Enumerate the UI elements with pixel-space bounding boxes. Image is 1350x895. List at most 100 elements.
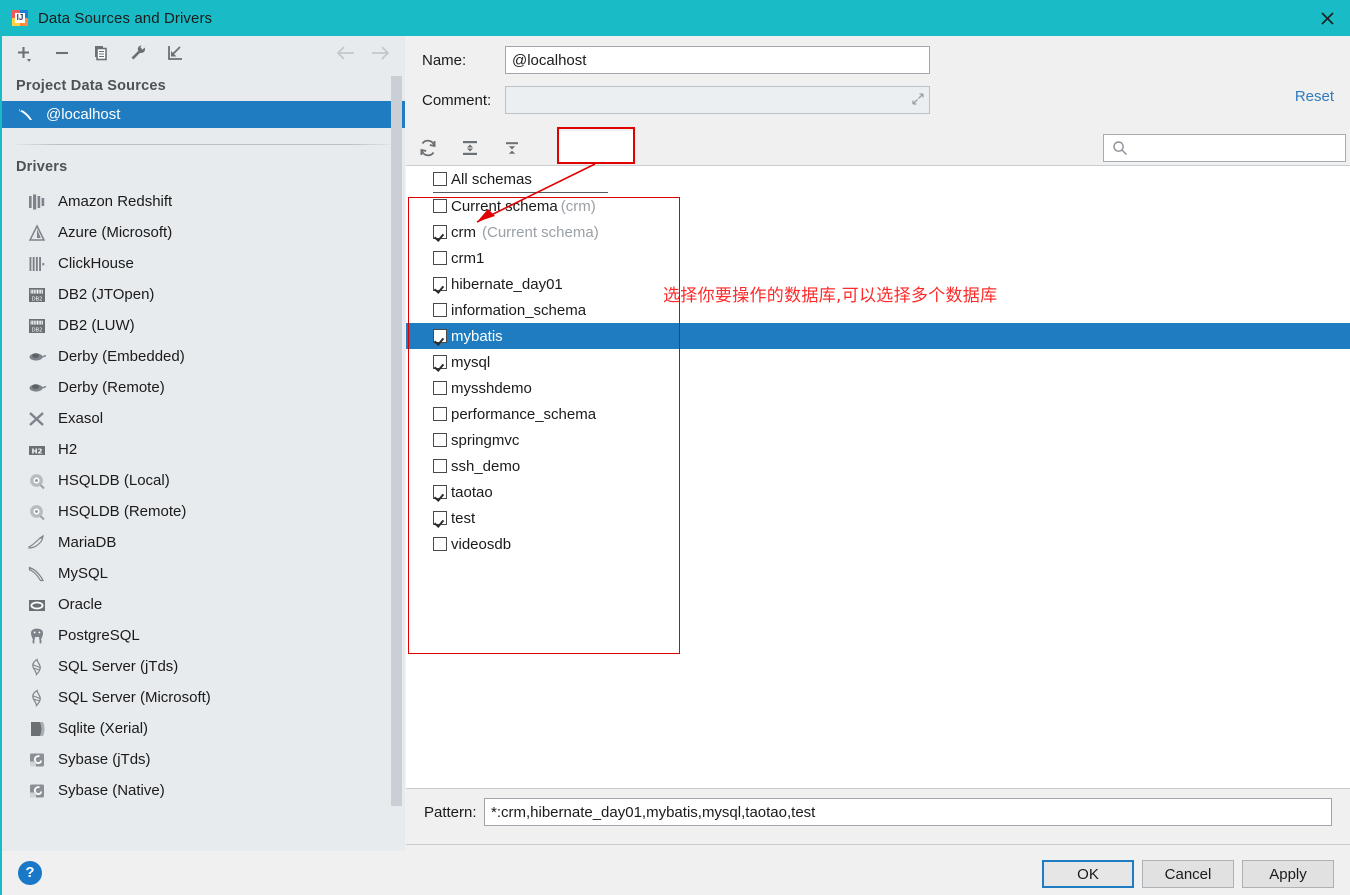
schema-row[interactable]: videosdb: [406, 531, 1350, 557]
drivers-list: Amazon Redshift Azure (Microsoft) ClickH…: [2, 182, 405, 806]
schema-checkbox[interactable]: [433, 459, 447, 473]
comment-label: Comment:: [422, 91, 492, 109]
hsqldb-icon: [26, 470, 48, 492]
schema-row[interactable]: mysshdemo: [406, 375, 1350, 401]
comment-row: Comment:: [405, 85, 1350, 115]
reset-link[interactable]: Reset: [1295, 88, 1334, 105]
driver-label: SQL Server (jTds): [58, 658, 179, 675]
driver-item[interactable]: Sybase (jTds): [2, 744, 405, 775]
sqlite-icon: [26, 718, 48, 740]
schema-row[interactable]: All schemas: [406, 166, 1350, 192]
driver-item[interactable]: PostgreSQL: [2, 620, 405, 651]
schema-checkbox[interactable]: [433, 537, 447, 551]
name-input[interactable]: [505, 46, 930, 74]
driver-label: Sqlite (Xerial): [58, 720, 149, 737]
data-source-item-localhost[interactable]: @localhost: [2, 101, 405, 128]
name-row: Name:: [405, 45, 1350, 75]
collapse-all-icon[interactable]: [498, 134, 526, 162]
help-icon[interactable]: ?: [18, 861, 42, 885]
sqlserver-icon: [26, 656, 48, 678]
schema-row[interactable]: ssh_demo: [406, 453, 1350, 479]
schema-checkbox[interactable]: [433, 225, 447, 239]
driver-label: H2: [58, 441, 78, 458]
mysql-dolphin-icon: [26, 563, 48, 585]
driver-item[interactable]: MySQL: [2, 558, 405, 589]
driver-item[interactable]: H2 H2: [2, 434, 405, 465]
schema-row[interactable]: performance_schema: [406, 401, 1350, 427]
arrow-right-icon[interactable]: [369, 40, 393, 66]
schema-row[interactable]: taotao: [406, 479, 1350, 505]
schema-label: information_schema: [451, 301, 587, 319]
arrow-left-icon[interactable]: [333, 40, 357, 66]
schema-label: Current schema: [451, 197, 558, 215]
driver-item[interactable]: Derby (Remote): [2, 372, 405, 403]
driver-item[interactable]: Amazon Redshift: [2, 186, 405, 217]
driver-item[interactable]: Exasol: [2, 403, 405, 434]
schema-row[interactable]: crm1: [406, 245, 1350, 271]
remove-button[interactable]: [49, 40, 75, 66]
schema-checkbox[interactable]: [433, 251, 447, 265]
schema-checkbox[interactable]: [433, 381, 447, 395]
driver-item[interactable]: SQL Server (Microsoft): [2, 682, 405, 713]
search-box[interactable]: [1103, 134, 1346, 162]
schema-label: mybatis: [451, 327, 503, 345]
schema-note: (Current schema): [482, 223, 599, 241]
schema-checkbox[interactable]: [433, 511, 447, 525]
pattern-input[interactable]: [484, 798, 1332, 826]
schema-checkbox[interactable]: [433, 407, 447, 421]
ok-button[interactable]: OK: [1042, 860, 1134, 888]
add-button[interactable]: [11, 40, 37, 66]
driver-item[interactable]: SQL Server (jTds): [2, 651, 405, 682]
schema-label: All schemas: [451, 170, 532, 188]
schema-row[interactable]: test: [406, 505, 1350, 531]
driver-item[interactable]: DB2 DB2 (LUW): [2, 310, 405, 341]
intellij-icon: IJ: [12, 10, 28, 26]
wrench-icon[interactable]: [125, 40, 151, 66]
redshift-icon: [26, 191, 48, 213]
schema-row[interactable]: Current schema (crm): [406, 193, 1350, 219]
driver-item[interactable]: Sqlite (Xerial): [2, 713, 405, 744]
driver-item[interactable]: Derby (Embedded): [2, 341, 405, 372]
driver-item[interactable]: Oracle: [2, 589, 405, 620]
schema-checkbox[interactable]: [433, 172, 447, 186]
db2-icon: DB2: [26, 284, 48, 306]
driver-item[interactable]: MariaDB: [2, 527, 405, 558]
schema-checkbox[interactable]: [433, 329, 447, 343]
schema-toolbar: [406, 130, 1350, 166]
footer-buttons: OK Cancel Apply: [1042, 860, 1334, 888]
schema-checkbox[interactable]: [433, 433, 447, 447]
schema-checkbox[interactable]: [433, 277, 447, 291]
refresh-icon[interactable]: [414, 134, 442, 162]
driver-item[interactable]: HSQLDB (Local): [2, 465, 405, 496]
expand-editor-icon[interactable]: [911, 92, 925, 110]
copy-button[interactable]: [87, 40, 113, 66]
schema-checkbox[interactable]: [433, 485, 447, 499]
schema-row[interactable]: mybatis: [406, 323, 1350, 349]
driver-item[interactable]: DB2 DB2 (JTOpen): [2, 279, 405, 310]
schema-row[interactable]: mysql: [406, 349, 1350, 375]
left-scrollbar-thumb[interactable]: [391, 76, 402, 806]
schema-row[interactable]: crm (Current schema): [406, 219, 1350, 245]
schema-checkbox[interactable]: [433, 355, 447, 369]
svg-text:H2: H2: [32, 447, 43, 455]
close-icon[interactable]: [1304, 0, 1350, 36]
schema-checkbox[interactable]: [433, 303, 447, 317]
expand-all-icon[interactable]: [456, 134, 484, 162]
import-arrow-icon[interactable]: [163, 40, 189, 66]
cancel-button[interactable]: Cancel: [1142, 860, 1234, 888]
driver-item[interactable]: ClickHouse: [2, 248, 405, 279]
driver-item[interactable]: Azure (Microsoft): [2, 217, 405, 248]
schema-checkbox[interactable]: [433, 199, 447, 213]
driver-item[interactable]: HSQLDB (Remote): [2, 496, 405, 527]
search-input[interactable]: [1128, 138, 1345, 158]
driver-label: Derby (Embedded): [58, 348, 185, 365]
driver-item[interactable]: Sybase (Native): [2, 775, 405, 806]
sqlserver-icon: [26, 687, 48, 709]
data-source-toolbar: [2, 36, 405, 70]
comment-input[interactable]: [505, 86, 930, 114]
schema-row[interactable]: springmvc: [406, 427, 1350, 453]
schema-label: crm1: [451, 249, 485, 267]
schema-label: hibernate_day01: [451, 275, 563, 293]
mysql-dolphin-icon: [16, 105, 36, 125]
apply-button[interactable]: Apply: [1242, 860, 1334, 888]
